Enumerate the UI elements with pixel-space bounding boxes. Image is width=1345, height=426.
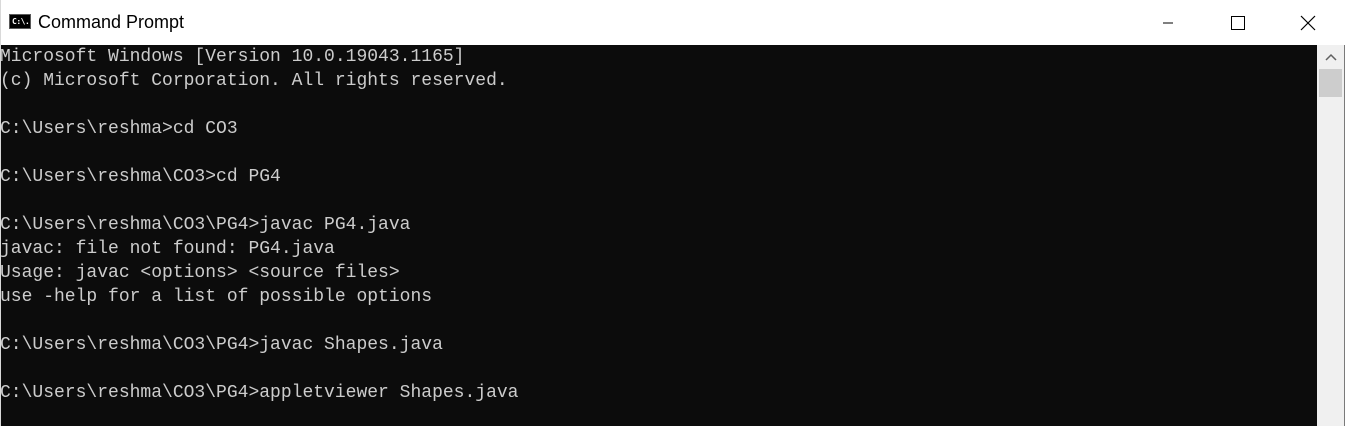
console-line: C:\Users\reshma>cd CO3 <box>1 119 238 139</box>
window-title: Command Prompt <box>38 12 185 32</box>
title-bar[interactable]: C:\. Command Prompt <box>1 0 1345 45</box>
cmd-icon: C:\. <box>9 14 31 29</box>
scroll-up-button[interactable] <box>1317 45 1344 69</box>
console-line: Microsoft Windows [Version 10.0.19043.11… <box>1 47 465 67</box>
console-line: C:\Users\reshma\CO3\PG4>javac PG4.java <box>1 215 411 235</box>
vertical-scrollbar[interactable] <box>1317 45 1344 426</box>
maximize-icon <box>1231 15 1245 30</box>
maximize-button[interactable] <box>1203 0 1273 45</box>
close-button[interactable] <box>1273 0 1343 45</box>
console-line: Usage: javac <options> <source files> <box>1 263 400 283</box>
close-icon <box>1300 15 1316 30</box>
command-prompt-window: C:\. Command Prompt Microsoft Windows [V… <box>0 0 1345 426</box>
console-output[interactable]: Microsoft Windows [Version 10.0.19043.11… <box>1 45 1317 426</box>
minimize-button[interactable] <box>1133 0 1203 45</box>
console-line: C:\Users\reshma\CO3\PG4>javac Shapes.jav… <box>1 335 443 355</box>
scroll-up-arrow-icon <box>1324 53 1337 61</box>
console-line: javac: file not found: PG4.java <box>1 239 335 259</box>
console-line: (c) Microsoft Corporation. All rights re… <box>1 71 508 91</box>
scroll-thumb[interactable] <box>1319 69 1342 97</box>
console-lines: Microsoft Windows [Version 10.0.19043.11… <box>1 45 518 405</box>
console-line: use -help for a list of possible options <box>1 287 433 307</box>
console-line: C:\Users\reshma\CO3>cd PG4 <box>1 167 281 187</box>
console-line: C:\Users\reshma\CO3\PG4>appletviewer Sha… <box>1 383 519 403</box>
minimize-icon <box>1163 22 1173 23</box>
